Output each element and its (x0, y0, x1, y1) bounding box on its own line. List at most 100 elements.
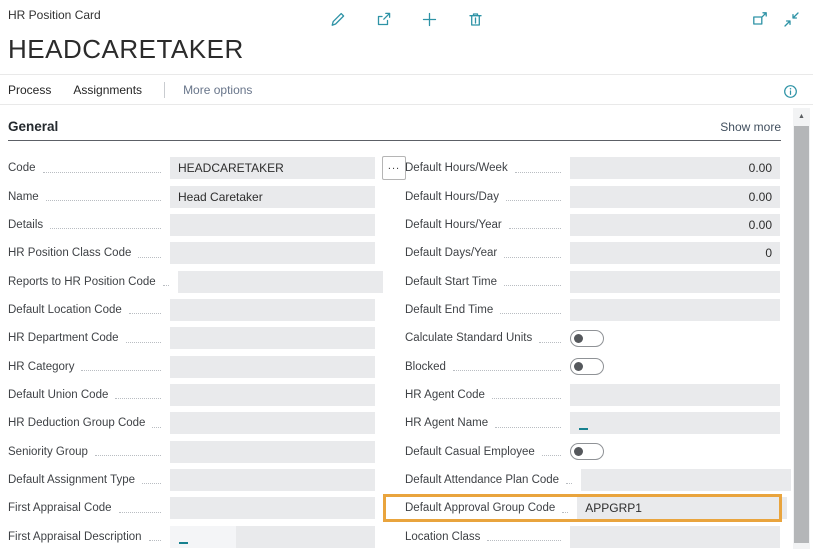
field-row-hr-agent-code: HR Agent Code (405, 381, 780, 409)
popout-icon[interactable] (750, 10, 768, 28)
assist-edit-button[interactable]: ... (382, 156, 406, 180)
page-title: HEADCARETAKER (8, 34, 244, 64)
field-input-location-class[interactable] (570, 525, 780, 548)
field-label-hr-agent-code: HR Agent Code (405, 388, 485, 401)
blocked-toggle[interactable] (570, 358, 604, 376)
field-label-reports-to-hr-position-code: Reports to HR Position Code (8, 275, 156, 288)
field-input-default-start-time[interactable] (570, 270, 780, 293)
field-label-default-approval-group-code: Default Approval Group Code (405, 502, 556, 515)
dotted-leader (452, 370, 561, 372)
section-header: General Show more (8, 113, 781, 141)
field-label-default-hours-day: Default Hours/Day (405, 190, 499, 203)
field-row-blocked: Blocked (405, 352, 780, 380)
field-label-default-casual-employee: Default Casual Employee (405, 445, 535, 458)
text-caret (579, 428, 588, 431)
dotted-leader (508, 228, 561, 230)
field-input-code[interactable]: HEADCARETAKER (170, 157, 375, 180)
dotted-leader (142, 483, 161, 485)
field-input-first-appraisal-description[interactable] (170, 525, 375, 548)
field-row-default-assignment-type: Default Assignment Type (8, 466, 375, 494)
field-row-default-start-time: Default Start Time (405, 267, 780, 295)
dotted-leader (115, 398, 161, 400)
add-new-icon[interactable] (420, 10, 438, 28)
field-label-default-start-time: Default Start Time (405, 275, 498, 288)
field-row-first-appraisal-description: First Appraisal Description (8, 522, 375, 550)
dotted-leader (152, 426, 161, 428)
field-label-hr-department-code: HR Department Code (8, 332, 119, 345)
toggle-knob (574, 447, 583, 457)
vertical-scrollbar[interactable]: ▲ (793, 108, 810, 549)
dotted-leader (514, 171, 561, 173)
edit-pencil-icon[interactable] (328, 10, 346, 28)
field-label-first-appraisal-code: First Appraisal Code (8, 502, 112, 515)
field-input-hr-department-code[interactable] (170, 327, 375, 350)
field-input-hr-category[interactable] (170, 355, 375, 378)
field-label-name: Name (8, 190, 39, 203)
field-input-default-hours-week[interactable]: 0.00 (570, 157, 780, 180)
field-row-default-hours-week: Default Hours/Week 0.00 (405, 154, 780, 182)
share-icon[interactable] (374, 10, 392, 28)
field-input-default-approval-group-code[interactable]: APPGRP1 (577, 497, 788, 520)
field-row-first-appraisal-code: First Appraisal Code (8, 494, 375, 522)
page-type-caption: HR Position Card (8, 8, 101, 22)
dotted-leader (81, 370, 161, 372)
field-input-details[interactable] (170, 213, 375, 236)
field-input-default-union-code[interactable] (170, 383, 375, 406)
field-label-default-union-code: Default Union Code (8, 388, 109, 401)
field-input-default-location-code[interactable] (170, 298, 375, 321)
field-input-default-end-time[interactable] (570, 298, 780, 321)
field-input-first-appraisal-code[interactable] (170, 497, 375, 520)
calculate-standard-units-toggle[interactable] (570, 329, 604, 347)
field-label-default-location-code: Default Location Code (8, 303, 122, 316)
info-icon[interactable] (781, 82, 799, 100)
field-label-default-end-time: Default End Time (405, 303, 494, 316)
dotted-leader (128, 313, 161, 315)
menu-item-process[interactable]: Process (8, 83, 51, 97)
field-row-location-class: Location Class (405, 522, 780, 550)
general-fasttab: General Show more Code HEADCARETAKER... Na… (0, 105, 813, 551)
field-row-default-union-code: Default Union Code (8, 381, 375, 409)
field-row-hr-category: HR Category (8, 352, 375, 380)
field-input-hr-agent-code[interactable] (570, 383, 780, 406)
field-label-calculate-standard-units: Calculate Standard Units (405, 332, 533, 345)
scrollbar-up-arrow[interactable]: ▲ (793, 108, 810, 124)
toggle-area (570, 358, 780, 376)
collapse-icon[interactable] (782, 10, 800, 28)
field-row-default-location-code: Default Location Code (8, 296, 375, 324)
section-title[interactable]: General (8, 119, 58, 134)
scrollbar-thumb[interactable] (794, 126, 809, 543)
field-label-default-hours-year: Default Hours/Year (405, 218, 502, 231)
field-row-calculate-standard-units: Calculate Standard Units (405, 324, 780, 352)
toggle-knob (574, 362, 583, 372)
field-input-name[interactable]: Head Caretaker (170, 185, 375, 208)
menu-item-assignments[interactable]: Assignments (73, 83, 142, 97)
field-input-default-hours-year[interactable]: 0.00 (570, 213, 780, 236)
field-input-default-hours-day[interactable]: 0.00 (570, 185, 780, 208)
field-input-default-assignment-type[interactable] (170, 468, 375, 491)
dotted-leader (504, 256, 561, 258)
delete-trash-icon[interactable] (466, 10, 484, 28)
field-input-seniority-group[interactable] (170, 440, 375, 463)
field-input-default-days-year[interactable]: 0 (570, 242, 780, 265)
toggle-knob (574, 333, 583, 343)
field-row-name: Name Head Caretaker (8, 182, 375, 210)
field-input-hr-deduction-group-code[interactable] (170, 412, 375, 435)
field-input-reports-to-hr-position-code[interactable] (177, 270, 383, 293)
more-options-button[interactable]: More options (183, 83, 252, 97)
field-label-default-hours-week: Default Hours/Week (405, 162, 508, 175)
field-label-hr-category: HR Category (8, 360, 75, 373)
field-row-seniority-group: Seniority Group (8, 437, 375, 465)
field-label-seniority-group: Seniority Group (8, 445, 88, 458)
show-more-button[interactable]: Show more (720, 120, 781, 134)
dotted-leader (50, 228, 161, 230)
action-menubar: Process Assignments More options (0, 75, 813, 105)
dotted-leader (505, 200, 561, 202)
field-label-details: Details (8, 218, 44, 231)
field-row-default-days-year: Default Days/Year 0 (405, 239, 780, 267)
field-input-hr-position-class-code[interactable] (170, 242, 375, 265)
field-label-first-appraisal-description: First Appraisal Description (8, 530, 142, 543)
field-input-hr-agent-name[interactable] (570, 412, 780, 435)
default-casual-employee-toggle[interactable] (570, 443, 604, 461)
field-row-default-approval-group-code: Default Approval Group Code APPGRP1 (383, 494, 788, 523)
field-input-default-attendance-plan-code[interactable] (581, 468, 792, 491)
